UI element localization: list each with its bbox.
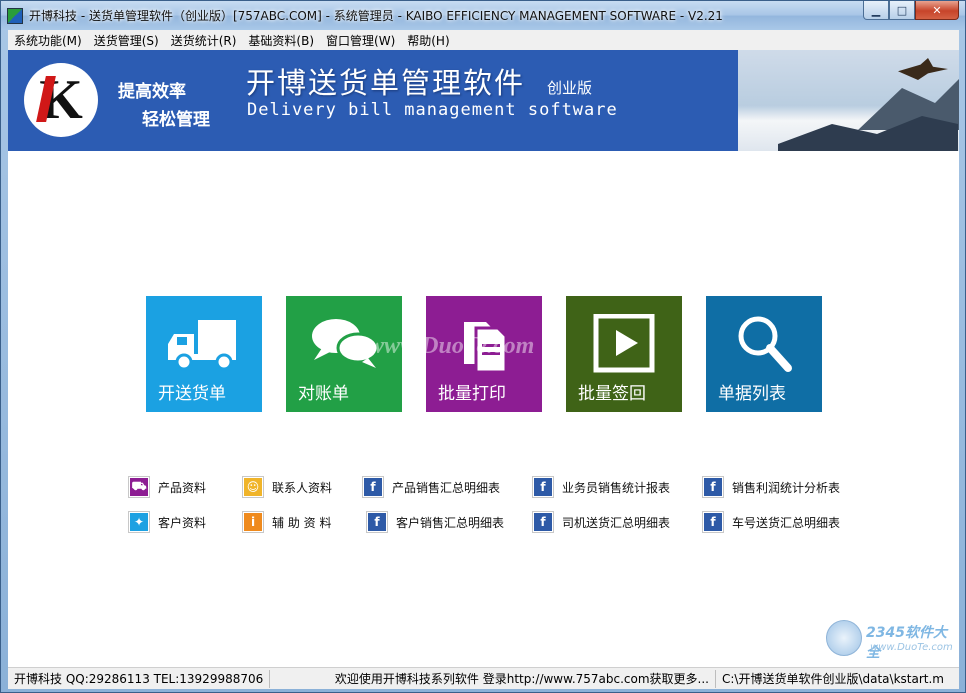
tile-batch-signback[interactable]: 批量签回: [566, 296, 682, 412]
status-company: 开博科技 QQ:29286113 TEL:13929988706: [8, 669, 270, 688]
link-label: 销售利润统计分析表: [732, 480, 841, 495]
minimize-button[interactable]: ▁: [863, 1, 889, 20]
chat-bubbles-icon: [312, 319, 380, 368]
tile-label: 批量打印: [438, 384, 506, 404]
tile-label: 批量签回: [578, 384, 646, 404]
close-button[interactable]: ✕: [915, 1, 959, 20]
facebook-icon-frame: f: [702, 511, 724, 533]
menu-bar: 系统功能(M) 送货管理(S) 送货统计(R) 基础资料(B) 窗口管理(W) …: [8, 30, 959, 50]
tile-label: 单据列表: [718, 384, 786, 404]
facebook-icon-frame: f: [366, 511, 388, 533]
app-window: 开博科技 - 送货单管理软件（创业版）[757ABC.COM] - 系统管理员 …: [0, 0, 966, 693]
window-controls: ▁ □ ✕: [863, 1, 959, 21]
tile-label: 对账单: [298, 384, 349, 404]
link-customer-sales-summary[interactable]: f 客户销售汇总明细表: [366, 511, 504, 533]
link-vehicle-delivery-summary[interactable]: f 车号送货汇总明细表: [702, 511, 840, 533]
link-product-info[interactable]: ⛟ 产品资料: [128, 476, 206, 498]
facebook-icon-frame: f: [362, 476, 384, 498]
slogan-line-2: 轻松管理: [142, 110, 210, 130]
search-icon: [738, 316, 792, 372]
product-title: 开博送货单管理软件: [246, 66, 526, 100]
facebook-icon: f: [534, 478, 552, 496]
facebook-icon-frame: f: [532, 511, 554, 533]
tile-batch-print[interactable]: 批量打印: [426, 296, 542, 412]
facebook-icon: f: [368, 513, 386, 531]
cart-icon: ⛟: [130, 478, 148, 496]
maximize-button[interactable]: □: [889, 1, 915, 20]
link-label: 产品资料: [158, 480, 207, 495]
facebook-icon: f: [704, 478, 722, 496]
menu-help[interactable]: 帮助(H): [401, 32, 455, 49]
link-contact-info[interactable]: ☺ 联系人资料: [242, 476, 332, 498]
facebook-icon: f: [534, 513, 552, 531]
status-bar: 开博科技 QQ:29286113 TEL:13929988706 欢迎使用开博科…: [8, 667, 959, 689]
link-salesman-report[interactable]: f 业务员销售统计报表: [532, 476, 670, 498]
link-driver-delivery-summary[interactable]: f 司机送货汇总明细表: [532, 511, 670, 533]
status-message: 欢迎使用开博科技系列软件 登录http://www.757abc.com获取更多…: [270, 669, 716, 688]
facebook-icon: f: [704, 513, 722, 531]
app-icon[interactable]: [7, 8, 23, 24]
corner-watermark: 2345软件大全 www.DuoTe.com: [826, 616, 956, 661]
cart-icon-frame: ⛟: [128, 476, 150, 498]
slogan-line-1: 提高效率: [118, 82, 186, 102]
link-label: 联系人资料: [272, 480, 333, 495]
company-logo: K: [24, 63, 98, 137]
quick-links: ⛟ 产品资料 ☺ 联系人资料 f 产品销售汇总明细表 f 业务员销售统计报表 f…: [128, 476, 928, 536]
link-label: 司机送货汇总明细表: [562, 515, 671, 530]
header-banner: K 提高效率 轻松管理 开博送货单管理软件 创业版 Delivery bill …: [8, 50, 959, 151]
documents-icon: [464, 322, 508, 374]
corner-url: www.DuoTe.com: [870, 642, 953, 653]
logo-letter: K: [39, 69, 83, 131]
link-product-sales-summary[interactable]: f 产品销售汇总明细表: [362, 476, 500, 498]
link-label: 客户销售汇总明细表: [396, 515, 505, 530]
play-icon: [593, 314, 655, 373]
eagle-shape: [898, 58, 948, 80]
facebook-icon: f: [364, 478, 382, 496]
tile-statement[interactable]: 对账单: [286, 296, 402, 412]
facebook-icon-frame: f: [702, 476, 724, 498]
truck-icon: [168, 320, 236, 371]
title-bar[interactable]: 开博科技 - 送货单管理软件（创业版）[757ABC.COM] - 系统管理员 …: [1, 1, 965, 30]
product-subtitle: Delivery bill management software: [247, 100, 618, 120]
menu-window[interactable]: 窗口管理(W): [320, 32, 401, 49]
tile-label: 开送货单: [158, 384, 226, 404]
menu-delivery[interactable]: 送货管理(S): [88, 32, 165, 49]
function-tiles: 开送货单 对账单 批量打印 批量签回 单据列表: [146, 296, 822, 412]
link-label: 车号送货汇总明细表: [732, 515, 841, 530]
tile-bill-list[interactable]: 单据列表: [706, 296, 822, 412]
link-customer-info[interactable]: ✦ 客户资料: [128, 511, 206, 533]
link-label: 产品销售汇总明细表: [392, 480, 501, 495]
menu-statistics[interactable]: 送货统计(R): [165, 32, 243, 49]
banner-landscape-image: [738, 50, 959, 151]
link-label: 辅 助 资 料: [272, 515, 332, 530]
link-label: 业务员销售统计报表: [562, 480, 671, 495]
mascot-icon: [826, 620, 862, 656]
info-icon: i: [244, 513, 262, 531]
status-path: C:\开博送货单软件创业版\data\kstart.m: [722, 672, 944, 686]
facebook-icon-frame: f: [532, 476, 554, 498]
main-client-area: K 提高效率 轻松管理 开博送货单管理软件 创业版 Delivery bill …: [8, 50, 959, 667]
tile-new-delivery[interactable]: 开送货单: [146, 296, 262, 412]
window-title: 开博科技 - 送货单管理软件（创业版）[757ABC.COM] - 系统管理员 …: [29, 9, 723, 23]
info-icon-frame: i: [242, 511, 264, 533]
contacts-icon: ☺: [244, 478, 262, 496]
product-edition: 创业版: [547, 79, 593, 97]
twitter-icon-frame: ✦: [128, 511, 150, 533]
link-profit-analysis[interactable]: f 销售利润统计分析表: [702, 476, 840, 498]
twitter-icon: ✦: [130, 513, 148, 531]
link-label: 客户资料: [158, 515, 207, 530]
menu-system[interactable]: 系统功能(M): [8, 32, 88, 49]
menu-basic-data[interactable]: 基础资料(B): [242, 32, 320, 49]
link-auxiliary-info[interactable]: i 辅 助 资 料: [242, 511, 331, 533]
contacts-icon-frame: ☺: [242, 476, 264, 498]
